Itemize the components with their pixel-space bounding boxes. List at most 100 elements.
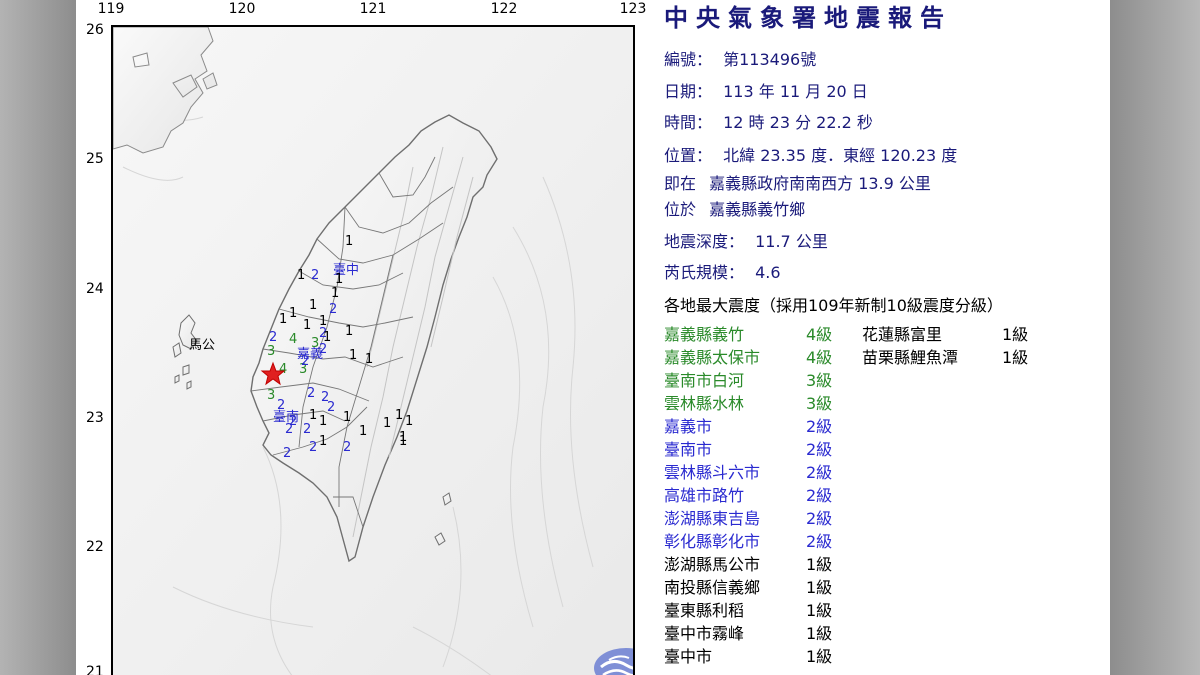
station-intensity: 2 — [329, 302, 337, 317]
earthquake-report: 臺中 嘉義 臺南 馬公 1121111111221132432114323222… — [76, 0, 1110, 675]
intensity-level: 2級 — [806, 417, 833, 436]
lat-tick: 22 — [86, 539, 104, 555]
report-title: 中央氣象署地震報告 — [664, 4, 952, 32]
intensity-place: 澎湖縣馬公市 — [664, 555, 761, 574]
magnitude-label: 芮氏規模： — [664, 263, 745, 282]
near-label: 即在 — [664, 174, 697, 193]
near-value: 嘉義縣政府南南西方 13.9 公里 — [709, 174, 931, 193]
station-intensity: 2 — [301, 354, 309, 369]
station-intensity: 3 — [267, 344, 275, 359]
report-date-row: 日期： 113 年 11 月 20 日 — [664, 78, 868, 102]
depth-label: 地震深度： — [664, 232, 745, 251]
station-intensity: 2 — [289, 414, 297, 429]
station-intensity: 2 — [303, 422, 311, 437]
intensity-place: 彰化縣彰化市 — [664, 532, 761, 551]
intensity-level: 1級 — [806, 624, 833, 643]
intensity-level: 3級 — [806, 394, 833, 413]
intensity-place: 高雄市路竹 — [664, 486, 745, 505]
station-intensity: 1 — [319, 414, 327, 429]
station-intensity: 2 — [311, 268, 319, 283]
city-label-magong: 馬公 — [189, 338, 215, 353]
station-intensity: 1 — [395, 408, 403, 423]
intensity-heading: 各地最大震度（採用109年新制10級震度分級） — [664, 296, 1003, 315]
lat-tick: 26 — [86, 22, 104, 38]
cwa-logo — [594, 648, 633, 675]
intensity-level: 4級 — [806, 348, 833, 367]
station-intensity: 1 — [383, 416, 391, 431]
station-intensity: 1 — [345, 234, 353, 249]
lon-tick: 123 — [619, 1, 647, 17]
station-intensity: 1 — [319, 434, 327, 449]
station-intensity: 4 — [289, 332, 297, 347]
station-intensity: 2 — [269, 330, 277, 345]
intensity-level: 2級 — [806, 509, 833, 528]
station-intensity: 1 — [359, 424, 367, 439]
map-area: 臺中 嘉義 臺南 馬公 1121111111221132432114323222… — [76, 0, 656, 675]
intensity-place: 南投縣信義鄉 — [664, 578, 761, 597]
station-intensity: 1 — [331, 286, 339, 301]
intensity-level: 1級 — [1002, 348, 1029, 367]
lat-tick: 25 — [86, 151, 104, 167]
intensity-place: 雲林縣斗六市 — [664, 463, 761, 482]
intensity-place: 臺中市霧峰 — [664, 624, 745, 643]
intensity-place: 花蓮縣富里 — [862, 325, 943, 344]
intensity-level: 3級 — [806, 371, 833, 390]
number-value: 第113496號 — [723, 50, 817, 69]
station-intensity: 2 — [307, 386, 315, 401]
station-intensity: 2 — [319, 342, 327, 357]
report-number-row: 編號： 第113496號 — [664, 46, 816, 70]
region-value: 嘉義縣義竹鄉 — [709, 200, 806, 219]
region-label: 位於 — [664, 200, 697, 219]
intensity-place: 臺中市 — [664, 647, 713, 666]
location-label: 位置： — [664, 146, 713, 165]
magnitude-value: 4.6 — [755, 263, 781, 282]
station-intensity: 1 — [303, 318, 311, 333]
time-value: 12 時 23 分 22.2 秒 — [723, 113, 873, 132]
intensity-level: 1級 — [806, 601, 833, 620]
lat-tick: 24 — [86, 281, 104, 297]
date-value: 113 年 11 月 20 日 — [723, 82, 868, 101]
number-label: 編號： — [664, 50, 713, 69]
intensity-place: 嘉義縣太保市 — [664, 348, 761, 367]
station-intensity: 1 — [345, 324, 353, 339]
station-intensity: 2 — [343, 440, 351, 455]
report-region-row: 位於 嘉義縣義竹鄉 — [664, 196, 805, 220]
report-depth-row: 地震深度： 11.7 公里 — [664, 228, 828, 252]
intensity-place: 嘉義市 — [664, 417, 713, 436]
station-intensity: 1 — [309, 408, 317, 423]
intensity-place: 臺南市白河 — [664, 371, 745, 390]
intensity-level: 4級 — [806, 325, 833, 344]
intensity-level: 1級 — [1002, 325, 1029, 344]
report-magnitude-row: 芮氏規模： 4.6 — [664, 259, 781, 283]
lon-tick: 121 — [359, 1, 387, 17]
station-intensity: 3 — [267, 388, 275, 403]
date-label: 日期： — [664, 82, 713, 101]
station-intensity: 1 — [343, 410, 351, 425]
map-frame: 臺中 嘉義 臺南 馬公 1121111111221132432114323222… — [111, 25, 635, 675]
report-location-row: 位置： 北緯 23.35 度．東經 120.23 度 — [664, 142, 957, 166]
station-intensity: 2 — [309, 440, 317, 455]
depth-value: 11.7 公里 — [755, 232, 828, 251]
intensity-place: 雲林縣水林 — [664, 394, 745, 413]
station-intensity: 1 — [297, 268, 305, 283]
intensity-place: 嘉義縣義竹 — [664, 325, 745, 344]
station-intensity: 1 — [335, 272, 343, 287]
station-intensity: 1 — [349, 348, 357, 363]
station-intensity: 2 — [327, 400, 335, 415]
intensity-level: 1級 — [806, 555, 833, 574]
time-label: 時間： — [664, 113, 713, 132]
lon-tick: 122 — [490, 1, 518, 17]
intensity-place: 臺東縣利稻 — [664, 601, 745, 620]
intensity-level: 1級 — [806, 647, 833, 666]
station-intensity: 1 — [399, 434, 407, 449]
intensity-place: 苗栗縣鯉魚潭 — [862, 348, 959, 367]
intensity-level: 2級 — [806, 532, 833, 551]
background-left — [0, 0, 76, 675]
report-info: 中央氣象署地震報告 編號： 第113496號 日期： 113 年 11 月 20… — [664, 0, 1104, 675]
location-value: 北緯 23.35 度．東經 120.23 度 — [723, 146, 958, 165]
intensity-level: 1級 — [806, 578, 833, 597]
station-intensity: 1 — [279, 312, 287, 327]
station-intensity: 1 — [309, 298, 317, 313]
intensity-place: 澎湖縣東吉島 — [664, 509, 761, 528]
station-intensity: 2 — [283, 446, 291, 461]
